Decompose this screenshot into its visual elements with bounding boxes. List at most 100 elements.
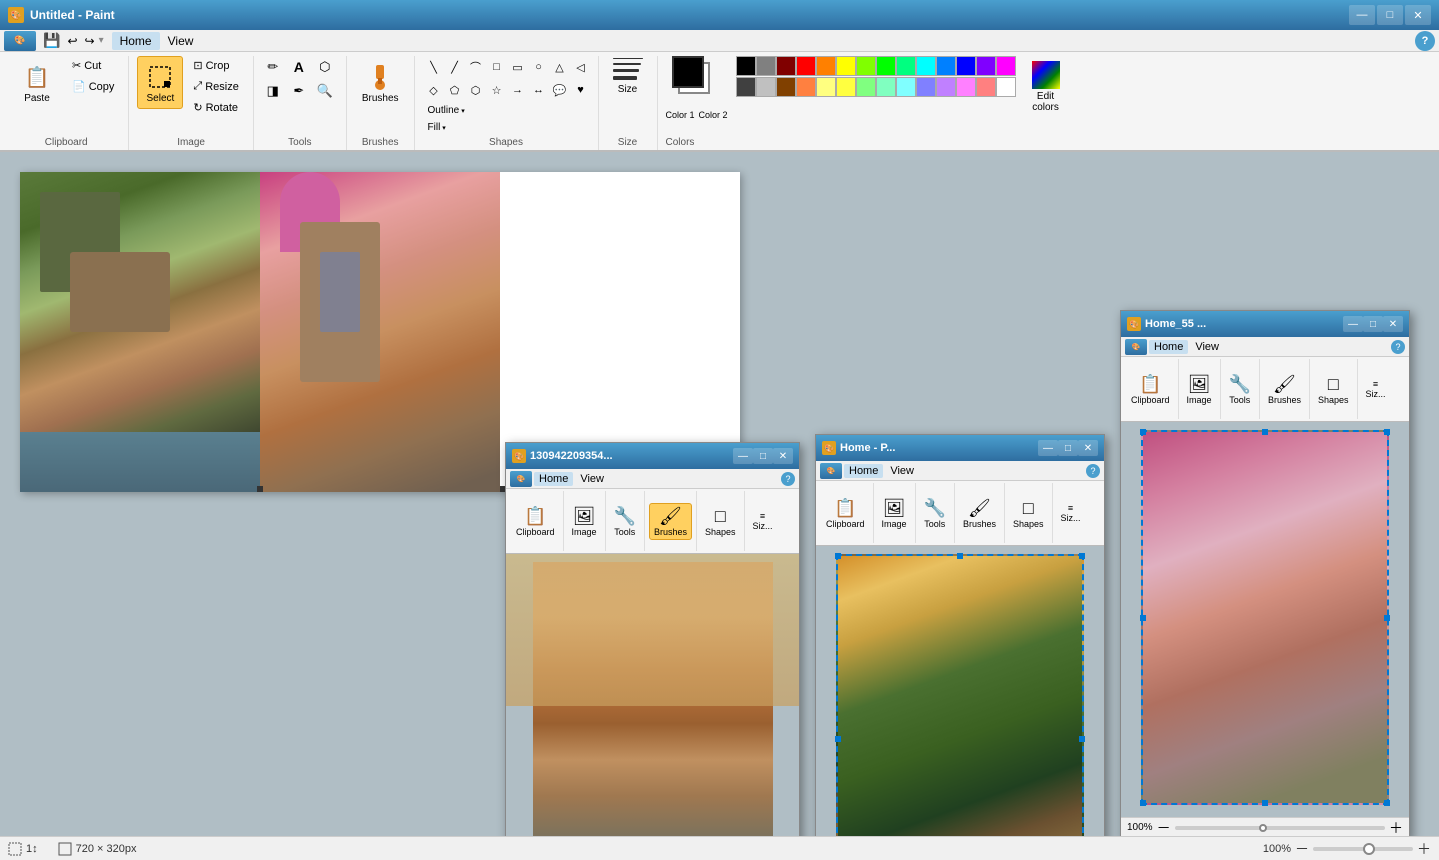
shape-arrow[interactable]: → <box>507 79 529 101</box>
palette-color-6[interactable] <box>856 56 876 76</box>
quick-undo-icon[interactable]: ↩ <box>64 33 80 49</box>
s3-handle-mr[interactable] <box>1384 615 1390 621</box>
subwin1-brushes-btn[interactable]: 🖌 Brushes <box>649 503 692 540</box>
subwin2-tools-btn[interactable]: 🔧 Tools <box>920 496 950 531</box>
subwin2-paste-btn[interactable]: 📋 Clipboard <box>822 496 869 531</box>
shape-diamond[interactable]: ◇ <box>423 79 445 101</box>
zoom-in-btn[interactable]: ＋ <box>1417 839 1431 859</box>
rotate-button[interactable]: ↻ Rotate <box>187 98 244 117</box>
subwin1-maximize[interactable]: □ <box>753 448 773 464</box>
palette-color-18[interactable] <box>816 77 836 97</box>
subwin3-minimize[interactable]: — <box>1343 316 1363 332</box>
palette-color-9[interactable] <box>916 56 936 76</box>
color1-swatch[interactable] <box>672 56 704 88</box>
palette-color-15[interactable] <box>756 77 776 97</box>
subwin2-home-menu[interactable]: Home <box>844 464 883 478</box>
shape-line[interactable]: ╲ <box>423 56 445 78</box>
fill-button[interactable]: Fill ▾ <box>423 120 470 135</box>
subwin2-shapes-btn[interactable]: □ Shapes <box>1009 496 1048 531</box>
shape-triangle[interactable]: △ <box>549 56 571 78</box>
palette-color-23[interactable] <box>916 77 936 97</box>
subwin3-view-menu[interactable]: View <box>1190 340 1224 354</box>
subwin1-tools-btn[interactable]: 🔧 Tools <box>610 504 640 539</box>
subwin2-close[interactable]: ✕ <box>1078 440 1098 456</box>
palette-color-0[interactable] <box>736 56 756 76</box>
eraser-tool[interactable]: ◨ <box>262 80 284 102</box>
subwin1-paint-btn[interactable]: 🎨 <box>510 471 532 487</box>
shape-rect[interactable]: □ <box>486 56 508 78</box>
s3-handle-bl[interactable] <box>1140 800 1146 806</box>
subwin3-maximize[interactable]: □ <box>1363 316 1383 332</box>
palette-color-2[interactable] <box>776 56 796 76</box>
subwin3-close[interactable]: ✕ <box>1383 316 1403 332</box>
subwin1-home-menu[interactable]: Home <box>534 472 573 486</box>
paint-menu-button[interactable]: 🎨 <box>4 31 36 51</box>
subwin3-tools-btn[interactable]: 🔧 Tools <box>1225 372 1255 407</box>
subwin1-minimize[interactable]: — <box>733 448 753 464</box>
sel-handle-tr[interactable] <box>1079 553 1085 559</box>
shape-star[interactable]: ☆ <box>486 79 508 101</box>
shape-arrow2[interactable]: ↔ <box>528 79 550 101</box>
quick-redo-icon[interactable]: ↪ <box>82 33 98 49</box>
palette-color-26[interactable] <box>976 77 996 97</box>
subwin3-size-btn[interactable]: ≡ Siz... <box>1362 377 1390 401</box>
edit-colors-button[interactable]: Editcolors <box>1023 56 1069 118</box>
subwin2-help[interactable]: ? <box>1086 464 1100 478</box>
subwin3-brushes-btn[interactable]: 🖌 Brushes <box>1264 372 1305 407</box>
palette-color-3[interactable] <box>796 56 816 76</box>
pencil-tool[interactable]: ✏ <box>262 56 284 78</box>
palette-color-13[interactable] <box>996 56 1016 76</box>
quick-dropdown-icon[interactable]: ▾ <box>99 35 104 46</box>
palette-color-25[interactable] <box>956 77 976 97</box>
sel-handle-mr[interactable] <box>1079 736 1085 742</box>
subwin2-view-menu[interactable]: View <box>885 464 919 478</box>
zoom-thumb[interactable] <box>1363 843 1375 855</box>
subwin1-view-menu[interactable]: View <box>575 472 609 486</box>
brushes-button[interactable]: Brushes <box>355 56 406 109</box>
help-button[interactable]: ? <box>1415 31 1435 51</box>
s3-handle-br[interactable] <box>1384 800 1390 806</box>
handle-bm[interactable] <box>257 486 263 492</box>
shape-rtriangle[interactable]: ◁ <box>570 56 592 78</box>
palette-color-8[interactable] <box>896 56 916 76</box>
palette-color-27[interactable] <box>996 77 1016 97</box>
s3-handle-ml[interactable] <box>1140 615 1146 621</box>
subwin2-paint-btn[interactable]: 🎨 <box>820 463 842 479</box>
subwin2-image-btn[interactable]: 🖼 Image <box>878 496 911 531</box>
subwin3-home-menu[interactable]: Home <box>1149 340 1188 354</box>
subwin2-minimize[interactable]: — <box>1038 440 1058 456</box>
palette-color-22[interactable] <box>896 77 916 97</box>
zoom-slider[interactable] <box>1313 847 1413 851</box>
resize-button[interactable]: ⤢ Resize <box>187 77 244 96</box>
subwin1-shapes-btn[interactable]: □ Shapes <box>701 504 740 539</box>
shape-roundrect[interactable]: ▭ <box>507 56 529 78</box>
palette-color-17[interactable] <box>796 77 816 97</box>
sel-handle-ml[interactable] <box>835 736 841 742</box>
subwin1-image-btn[interactable]: 🖼 Image <box>568 504 601 539</box>
shape-pentagon[interactable]: ⬠ <box>444 79 466 101</box>
palette-color-19[interactable] <box>836 77 856 97</box>
shape-curve[interactable]: ⌒ <box>465 56 487 78</box>
menu-home[interactable]: Home <box>112 32 160 50</box>
subwin1-size-btn[interactable]: ≡ Siz... <box>749 509 777 533</box>
subwin2-maximize[interactable]: □ <box>1058 440 1078 456</box>
subwin3-zoom-in[interactable]: ＋ <box>1389 818 1403 837</box>
palette-color-1[interactable] <box>756 56 776 76</box>
sel-handle-tl[interactable] <box>835 553 841 559</box>
shape-line2[interactable]: ╱ <box>444 56 466 78</box>
minimize-button[interactable]: — <box>1349 5 1375 25</box>
select-button[interactable]: Select <box>137 56 183 109</box>
quick-save-icon[interactable]: 💾 <box>40 31 63 50</box>
subwin1-paste-btn[interactable]: 📋 Clipboard <box>512 504 559 539</box>
palette-color-11[interactable] <box>956 56 976 76</box>
palette-color-10[interactable] <box>936 56 956 76</box>
maximize-button[interactable]: □ <box>1377 5 1403 25</box>
copy-button[interactable]: 📄 Copy <box>66 77 120 96</box>
subwin2-brushes-btn[interactable]: 🖌 Brushes <box>959 496 1000 531</box>
subwin3-zoom-thumb[interactable] <box>1259 824 1267 832</box>
palette-color-7[interactable] <box>876 56 896 76</box>
text-tool[interactable]: A <box>288 56 310 78</box>
crop-button[interactable]: ⊡ Crop <box>187 56 244 75</box>
outline-button[interactable]: Outline ▾ <box>423 103 470 118</box>
subwin3-zoom-out[interactable]: － <box>1157 818 1171 837</box>
